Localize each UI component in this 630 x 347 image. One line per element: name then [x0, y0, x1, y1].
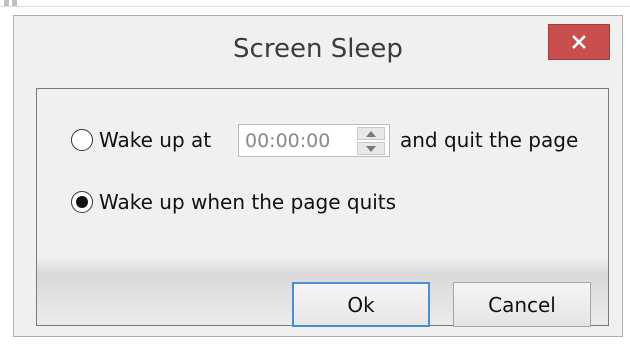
screen-sleep-dialog: Screen Sleep Wake up at and quit the pag… — [13, 15, 623, 337]
title-bar[interactable]: Screen Sleep — [14, 16, 622, 86]
wake-at-label: Wake up at — [99, 128, 212, 152]
quit-page-label: and quit the page — [400, 128, 579, 152]
chevron-down-icon — [366, 145, 376, 152]
background-glyph — [4, 0, 9, 6]
spin-down-button[interactable] — [357, 142, 385, 155]
wake-at-option[interactable]: Wake up at — [71, 125, 211, 155]
wake-time-input[interactable] — [239, 125, 355, 156]
wake-on-quit-radio[interactable] — [71, 191, 93, 213]
chevron-up-icon — [366, 130, 376, 137]
spin-up-button[interactable] — [357, 127, 385, 140]
wake-on-quit-option[interactable]: Wake up when the page quits — [71, 187, 396, 217]
ok-button[interactable]: Ok — [292, 282, 430, 327]
cancel-button[interactable]: Cancel — [453, 282, 591, 327]
wake-at-radio[interactable] — [71, 129, 93, 151]
time-spinner[interactable] — [357, 127, 385, 155]
dialog-content: Wake up at and quit the page Wake up whe… — [36, 88, 609, 327]
wake-time-field[interactable] — [238, 124, 390, 157]
background-glyph — [12, 0, 17, 6]
wake-on-quit-label: Wake up when the page quits — [99, 190, 397, 214]
background-window-edge — [0, 0, 630, 7]
radio-selected-dot — [76, 196, 88, 208]
close-button[interactable] — [548, 24, 610, 60]
close-icon — [572, 35, 586, 49]
dialog-title: Screen Sleep — [233, 34, 403, 64]
